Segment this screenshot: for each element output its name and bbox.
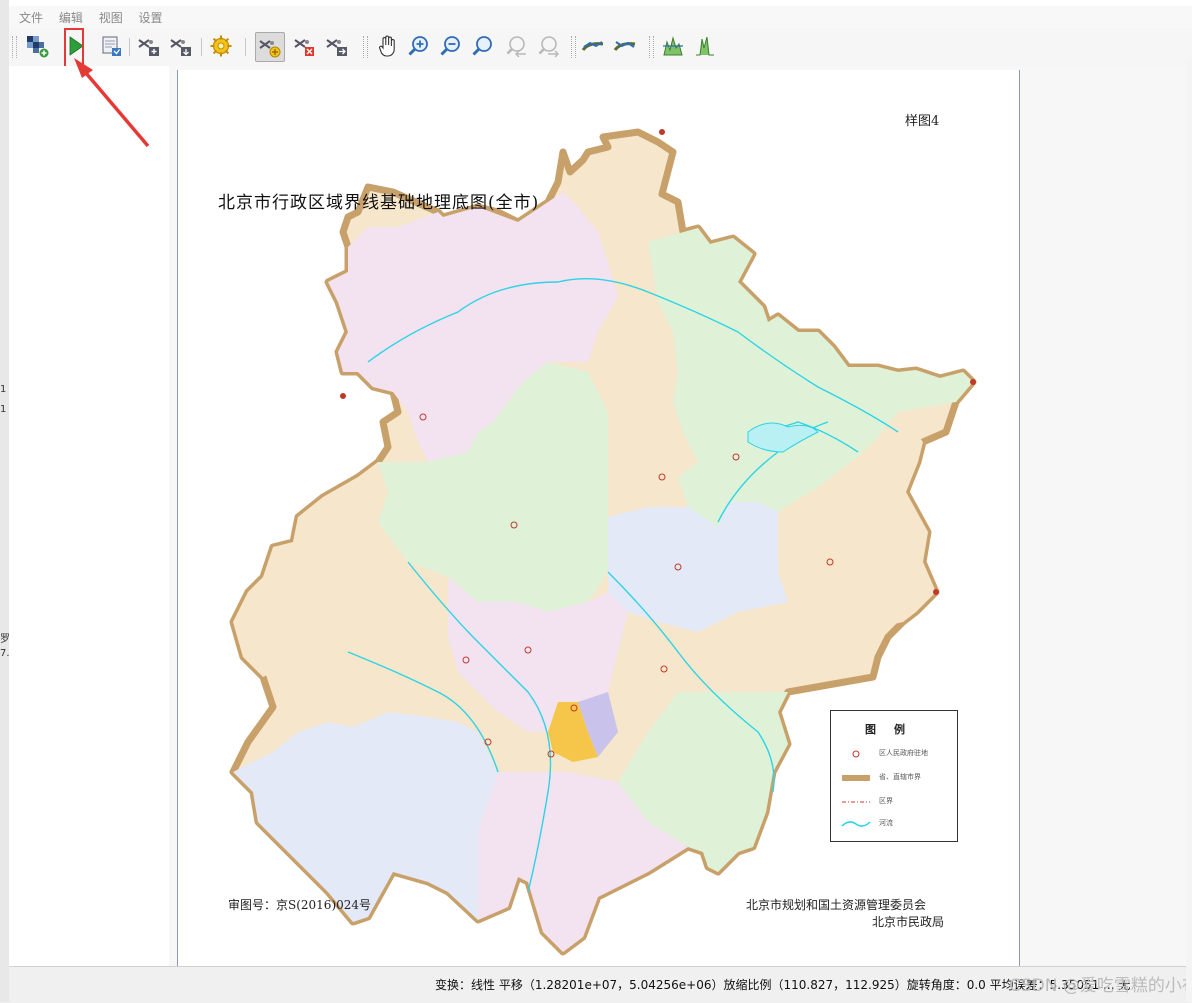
save-gcp-button[interactable]: [167, 32, 195, 60]
legend-label: 区界: [879, 797, 893, 805]
map-canvas[interactable]: 样图4 北京市行政区域界线基础地理底图(全市) 图例 区人民政府驻地 省、直辖市…: [169, 66, 1192, 966]
status-bar: 变换：线性 平移（1.28201e+07，5.04256e+06）放缩比例（11…: [9, 966, 1192, 1003]
watermark: CSDN @爱吃雪糕的小布丁: [1009, 976, 1192, 996]
add-point-icon: [326, 39, 347, 56]
district-boundary-symbol-icon: [842, 801, 870, 803]
legend-label: 河流: [879, 819, 893, 827]
zoom-in-icon: [408, 36, 428, 56]
add-point-button[interactable]: [323, 32, 351, 60]
toolbar-grip[interactable]: [649, 36, 654, 58]
pan-icon: [379, 35, 395, 57]
approval-number: 审图号：京S(2016)024号: [228, 898, 372, 912]
menu-edit[interactable]: 编辑: [53, 6, 89, 29]
side-panel: [9, 66, 170, 966]
menu-bar: 文件 编辑 视图 设置: [9, 6, 1192, 28]
river-symbol-icon: [841, 821, 871, 827]
sample-number: 样图4: [905, 114, 940, 129]
map-sheet: 样图4 北京市行政区域界线基础地理底图(全市) 图例 区人民政府驻地 省、直辖市…: [177, 70, 1020, 966]
full-histogram-button[interactable]: [659, 32, 687, 60]
link-qgis-icon: [613, 41, 636, 51]
delete-gcp-icon: [294, 39, 314, 56]
move-gcp-icon: [259, 40, 281, 58]
legend-row: 区界: [841, 795, 951, 809]
local-histogram-icon: [696, 36, 714, 56]
zoom-last-button[interactable]: [503, 32, 531, 60]
zoom-layer-icon: [472, 36, 492, 56]
georeferencer-window: 文件 编辑 视图 设置 样图4 北京市行政区域界线基础地理底图(全市) 图例 区…: [9, 0, 1192, 1003]
add-raster-icon: [27, 36, 49, 58]
toolbar-separator: [245, 38, 246, 56]
pan-button[interactable]: [373, 32, 401, 60]
link-qgis-button[interactable]: [611, 32, 639, 60]
zoom-in-button[interactable]: [405, 32, 433, 60]
save-gcp-icon: [170, 39, 191, 56]
toolbar-grip[interactable]: [12, 36, 17, 58]
zoom-out-icon: [440, 36, 460, 56]
right-edge: [1186, 60, 1192, 1002]
legend-label: 省、直辖市界: [879, 773, 921, 781]
settings-icon: [210, 35, 232, 57]
zoom-next-icon: [538, 36, 559, 58]
annotation-arrow-icon: [74, 58, 150, 148]
zoom-layer-button[interactable]: [469, 32, 497, 60]
local-histogram-button[interactable]: [691, 32, 719, 60]
publisher-primary: 北京市规划和国土资源管理委员会: [746, 898, 927, 912]
zoom-out-button[interactable]: [437, 32, 465, 60]
legend-title: 图例: [865, 723, 923, 736]
link-georef-icon: [581, 41, 604, 51]
menu-settings[interactable]: 设置: [133, 6, 169, 29]
zoom-last-icon: [506, 36, 526, 58]
full-histogram-icon: [663, 36, 683, 56]
publisher-secondary: 北京市民政局: [872, 915, 945, 929]
legend-row: 河流: [841, 817, 951, 831]
district-seat-symbol-icon: [852, 750, 860, 758]
map-title: 北京市行政区域界线基础地理底图(全市): [218, 193, 540, 213]
zoom-next-button[interactable]: [535, 32, 563, 60]
legend-row: 省、直辖市界: [841, 771, 951, 785]
toolbar-separator: [201, 38, 202, 56]
settings-button[interactable]: [207, 32, 235, 60]
map-legend: 图例 区人民政府驻地 省、直辖市界 区界 河流: [830, 710, 958, 842]
provincial-boundary-symbol-icon: [842, 775, 870, 781]
add-raster-button[interactable]: [23, 32, 51, 60]
left-fragment: 1: [0, 404, 7, 415]
toolbar-grip[interactable]: [363, 36, 368, 58]
left-fragment: 1: [0, 384, 7, 395]
move-gcp-button[interactable]: [255, 32, 285, 62]
toolbar: [9, 28, 1192, 69]
legend-label: 区人民政府驻地: [879, 749, 928, 757]
miyun-district: [648, 228, 973, 527]
toolbar-grip[interactable]: [571, 36, 576, 58]
legend-row: 区人民政府驻地: [841, 747, 951, 761]
menu-view[interactable]: 视图: [93, 6, 129, 29]
menu-file[interactable]: 文件: [13, 6, 49, 29]
delete-gcp-button[interactable]: [291, 32, 319, 60]
link-georef-button[interactable]: [579, 32, 607, 60]
